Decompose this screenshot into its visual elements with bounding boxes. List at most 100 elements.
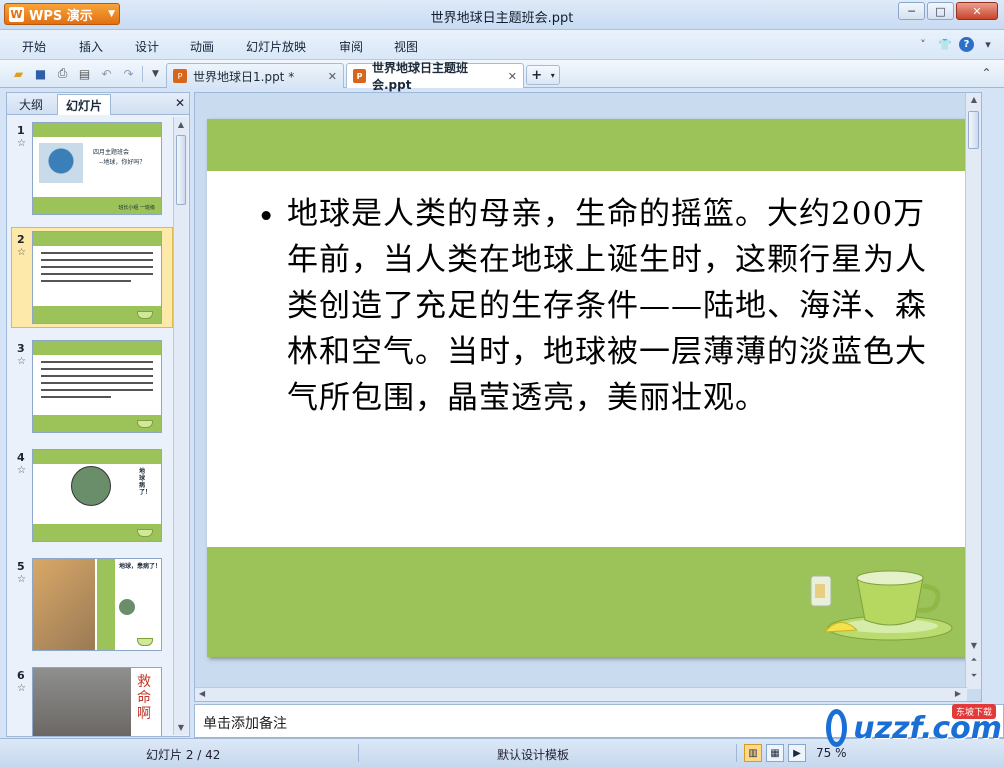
star-icon: ☆	[17, 138, 26, 149]
menu-insert[interactable]: 插入	[79, 38, 103, 55]
minimize-button[interactable]: ─	[898, 2, 925, 20]
current-slide[interactable]: • 地球是人类的母亲，生命的摇篮。大约200万年前，当人类在地球上诞生时，这颗行…	[207, 119, 969, 657]
window-title: 世界地球日主题班会.ppt	[430, 11, 574, 26]
earth-umbrella-image	[119, 599, 135, 615]
thumb-side-text: 地球病了！	[139, 468, 152, 496]
scroll-up-icon[interactable]: ▲	[174, 117, 188, 132]
watermark-logo-icon	[826, 709, 848, 747]
star-icon: ☆	[17, 683, 26, 694]
uzzf-watermark: uzzf.com 东坡下载	[826, 700, 1002, 756]
close-tab-icon[interactable]: ✕	[508, 70, 517, 83]
thumb-side-text: 地球，患病了！	[119, 563, 162, 570]
close-panel-icon[interactable]: ✕	[175, 96, 185, 110]
thumb-band	[33, 341, 161, 355]
slide-counter: 幻灯片 2 / 42	[146, 748, 221, 762]
star-icon: ☆	[17, 247, 26, 258]
slide-thumbnail-1[interactable]: 四月主题班会 --地球，你好吗？ 班长小组 一班级	[32, 122, 162, 215]
thumb-text-line	[41, 396, 111, 398]
thumb-band	[97, 559, 115, 650]
thumbnail-scrollbar[interactable]: ▲ ▼	[173, 117, 188, 735]
thumb-text-line	[41, 368, 153, 370]
quick-access-toolbar: ▰ ■ ⎙ ▤ ↶ ↷ ▼ P 世界地球日1.ppt * ✕ P 世界地球日主题…	[0, 60, 1004, 92]
thumb-title: 四月主题班会	[93, 149, 130, 156]
slide-thumbnail-5[interactable]: 地球，患病了！	[32, 558, 162, 651]
plus-icon: +	[531, 67, 543, 83]
print-preview-icon[interactable]: ▤	[76, 65, 93, 82]
scroll-up-icon[interactable]: ▲	[966, 95, 982, 104]
scroll-down-icon[interactable]: ▼	[966, 641, 982, 650]
slide-thumbnail-2[interactable]	[32, 231, 162, 324]
customize-toolbar-icon[interactable]: ▼	[147, 65, 164, 82]
earth-hands-image	[39, 143, 83, 183]
slideshow-view-button[interactable]: ▶	[788, 744, 806, 762]
thumb-footer: 班长小组 一班级	[118, 205, 155, 211]
previous-slide-icon[interactable]: ⏶	[966, 655, 982, 665]
thumb-text-line	[41, 382, 153, 384]
menu-home[interactable]: 开始	[22, 38, 46, 55]
maximize-button[interactable]: □	[927, 2, 954, 20]
toolbar-divider	[142, 66, 143, 82]
tab-outline[interactable]: 大纲	[11, 94, 51, 115]
menu-bar: 开始 插入 设计 动画 幻灯片放映 审阅 视图 ˅ 👕 ? ▾	[0, 30, 1004, 60]
menu-design[interactable]: 设计	[135, 38, 159, 55]
doc-tab-2[interactable]: P 世界地球日主题班会.ppt ✕	[346, 61, 524, 92]
skin-shirt-icon[interactable]: 👕	[937, 36, 953, 52]
watermark-badge: 东坡下载	[951, 704, 996, 719]
notes-placeholder[interactable]: 单击添加备注	[203, 713, 287, 733]
tab-slides[interactable]: 幻灯片	[57, 94, 112, 115]
chevron-down-icon[interactable]: ˅	[915, 36, 931, 52]
slide-horizontal-scrollbar[interactable]: ◀ ▶	[195, 687, 967, 701]
close-window-button[interactable]: ✕	[956, 2, 998, 20]
open-folder-icon[interactable]: ▰	[10, 65, 27, 82]
thumbnail-list: 1 ☆ 四月主题班会 --地球，你好吗？ 班长小组 一班级 2 ☆ 3 ☆ 4 …	[7, 116, 173, 736]
scroll-left-icon[interactable]: ◀	[199, 689, 205, 698]
thumb-text-line	[41, 361, 153, 363]
scroll-thumb[interactable]	[968, 111, 979, 149]
thumb-number: 2	[17, 233, 25, 246]
thumb-number: 5	[17, 560, 25, 573]
slide-sorter-view-button[interactable]: ▦	[766, 744, 784, 762]
help-icon[interactable]: ?	[959, 36, 974, 52]
save-icon[interactable]: ■	[32, 65, 49, 82]
cup-icon	[137, 311, 153, 319]
slide-body-text[interactable]: 地球是人类的母亲，生命的摇篮。大约200万年前，当人类在地球上诞生时，这颗行星为…	[287, 191, 927, 421]
scroll-right-icon[interactable]: ▶	[955, 689, 961, 698]
status-divider	[358, 744, 359, 762]
menu-view[interactable]: 视图	[394, 38, 418, 55]
thumb-side-text: 救命啊	[137, 674, 151, 722]
thumb-band	[33, 232, 161, 246]
star-icon: ☆	[17, 574, 26, 585]
menu-slideshow[interactable]: 幻灯片放映	[246, 38, 306, 55]
doc-tab-1[interactable]: P 世界地球日1.ppt * ✕	[166, 63, 344, 88]
menu-animation[interactable]: 动画	[190, 38, 214, 55]
print-icon[interactable]: ⎙	[54, 65, 71, 82]
thumb-band	[33, 123, 161, 137]
thumb-text-line	[41, 280, 131, 282]
collapse-ribbon-icon[interactable]: ⌃	[978, 64, 995, 81]
slide-thumbnail-4[interactable]: 地球病了！	[32, 449, 162, 542]
scroll-down-icon[interactable]: ▼	[174, 720, 188, 735]
redo-icon[interactable]: ↷	[120, 65, 137, 82]
undo-icon[interactable]: ↶	[98, 65, 115, 82]
slide-vertical-scrollbar[interactable]: ▲ ▼ ⏶ ⏷	[965, 93, 981, 689]
thumb-text-line	[41, 259, 153, 261]
slide-thumbnail-6[interactable]: 救命啊	[32, 667, 162, 736]
normal-view-button[interactable]: ▥	[744, 744, 762, 762]
ppt-file-icon: P	[353, 69, 366, 83]
thumb-text-line	[41, 389, 153, 391]
sick-earth-image	[71, 466, 111, 506]
status-divider	[736, 744, 737, 762]
crowd-image	[33, 668, 131, 736]
close-tab-icon[interactable]: ✕	[328, 70, 337, 83]
slide-editor: • 地球是人类的母亲，生命的摇篮。大约200万年前，当人类在地球上诞生时，这颗行…	[194, 92, 982, 702]
cup-icon	[137, 420, 153, 428]
menu-review[interactable]: 审阅	[339, 38, 363, 55]
next-slide-icon[interactable]: ⏷	[966, 671, 982, 681]
cup-icon	[137, 638, 153, 646]
scroll-thumb[interactable]	[176, 135, 186, 205]
title-bar: W WPS 演示 ▼ 世界地球日主题班会.ppt ─ □ ✕	[0, 0, 1004, 30]
help-dropdown-icon[interactable]: ▾	[980, 36, 996, 52]
new-document-button[interactable]: + ▾	[526, 65, 560, 85]
tea-cup-image	[810, 570, 953, 641]
slide-thumbnail-3[interactable]	[32, 340, 162, 433]
